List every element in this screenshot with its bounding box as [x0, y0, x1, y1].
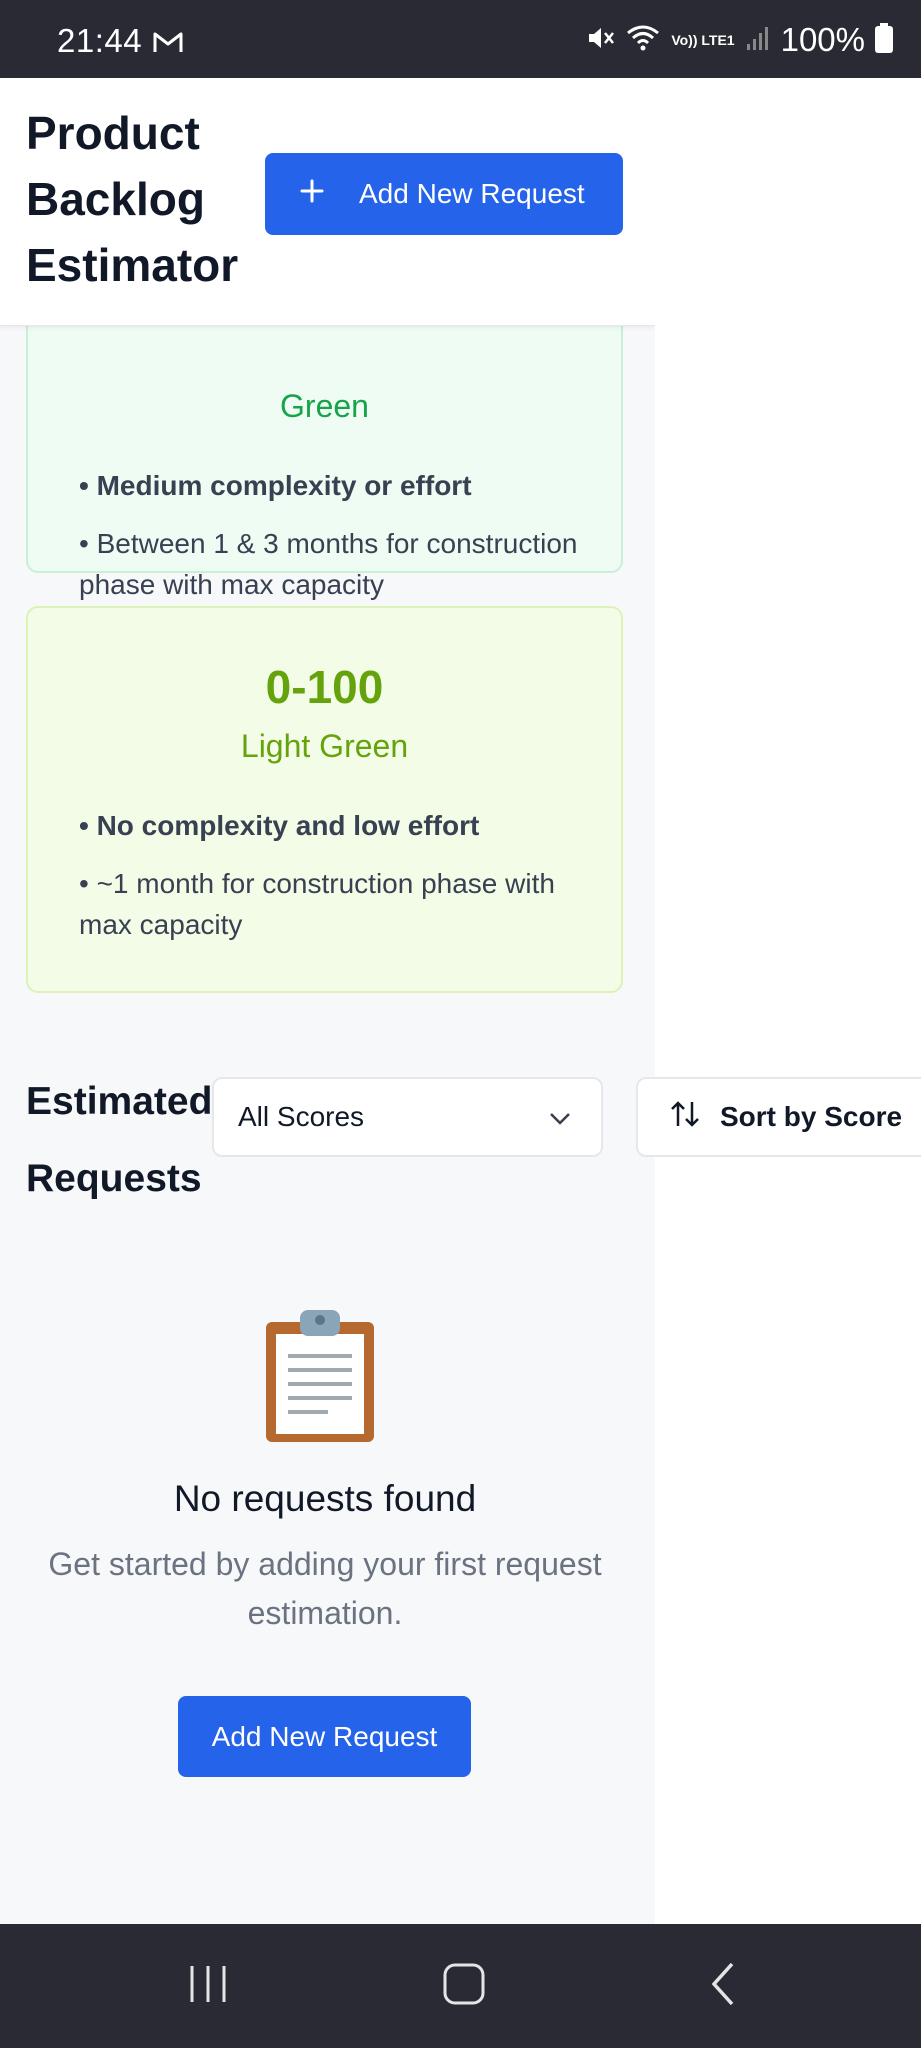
clipboard-icon: [262, 1308, 378, 1449]
score-card-bullet: • Medium complexity or effort: [79, 470, 472, 501]
score-card-light-green: 0-100 Light Green • No complexity and lo…: [26, 606, 623, 993]
recent-apps-icon[interactable]: [186, 1962, 230, 2011]
chevron-down-icon: [549, 1101, 571, 1133]
battery-icon: [875, 22, 893, 58]
signal-icon: [745, 24, 771, 57]
score-filter-select[interactable]: All Scores: [212, 1077, 603, 1157]
system-nav-bar: [0, 1924, 921, 2048]
back-icon[interactable]: [706, 1962, 742, 2011]
page-title: Product Backlog Estimator: [26, 107, 239, 291]
status-time: 21:44: [57, 22, 143, 59]
score-card-label: Light Green: [240, 728, 409, 764]
add-new-request-button[interactable]: Add New Request: [265, 153, 623, 235]
blank-area: [655, 78, 921, 1924]
sort-by-score-label: Sort by Score: [720, 1101, 903, 1132]
gmail-icon: [152, 30, 184, 59]
empty-state-subtitle: Get started by adding your first request…: [48, 1546, 602, 1631]
section-title: Estimated Requests: [26, 1080, 213, 1200]
app-header: Product Backlog Estimator Add New Reques…: [0, 78, 655, 326]
sort-icon: [670, 1100, 700, 1135]
app-content[interactable]: Product Backlog Estimator Add New Reques…: [0, 78, 655, 1924]
plus-icon: [299, 178, 325, 211]
sort-by-score-button[interactable]: Sort by Score: [636, 1077, 921, 1157]
score-filter-value: All Scores: [238, 1101, 365, 1132]
home-icon[interactable]: [442, 1962, 486, 2011]
status-bar: 21:44 Vo)) LTE1 100%: [0, 0, 921, 78]
score-card-label: Green: [280, 388, 369, 424]
score-card-range: 0-100: [265, 661, 384, 713]
add-new-request-label: Add New Request: [359, 178, 585, 209]
wifi-icon: [625, 23, 661, 58]
battery-percent: 100%: [780, 21, 865, 58]
score-card-bullet: • ~1 month for construction phase with m…: [79, 868, 555, 940]
empty-state-title: No requests found: [173, 1478, 477, 1519]
mute-icon: [585, 23, 615, 58]
score-card-bullet: • No complexity and low effort: [79, 810, 480, 841]
score-card-bullet: • Between 1 & 3 months for construction …: [79, 528, 578, 600]
network-label: Vo)) LTE1: [671, 32, 735, 48]
add-new-request-button-empty[interactable]: Add New Request: [178, 1696, 471, 1777]
